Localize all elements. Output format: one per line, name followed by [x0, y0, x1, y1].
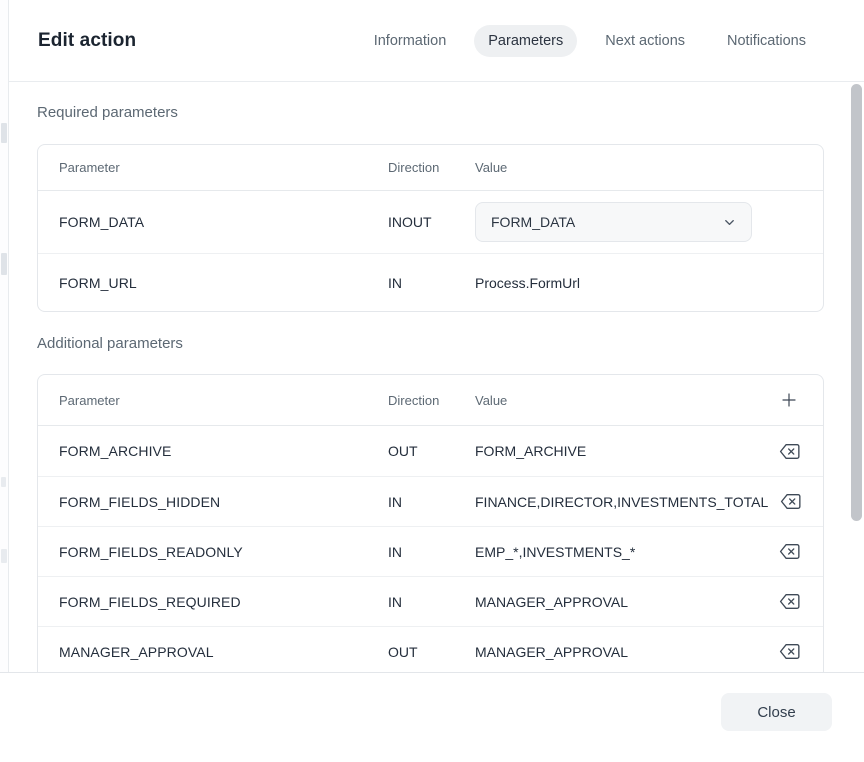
clear-parameter-button[interactable] [775, 588, 803, 616]
parameter-direction: IN [388, 494, 475, 510]
column-header-direction: Direction [388, 160, 475, 175]
parameter-direction: OUT [388, 443, 475, 459]
table-row: FORM_FIELDS_HIDDEN IN FINANCE,DIRECTOR,I… [38, 476, 823, 526]
modal-header: Edit action Information Parameters Next … [9, 0, 864, 82]
backspace-clear-icon [779, 593, 800, 610]
table-row: MANAGER_APPROVAL OUT MANAGER_APPROVAL [38, 626, 823, 672]
required-parameters-table: Parameter Direction Value FORM_DATA INOU… [37, 144, 824, 312]
column-header-parameter: Parameter [59, 160, 388, 175]
tab-parameters[interactable]: Parameters [474, 25, 577, 57]
tab-information[interactable]: Information [360, 25, 461, 57]
parameter-direction: IN [388, 594, 475, 610]
table-row: FORM_ARCHIVE OUT FORM_ARCHIVE [38, 426, 823, 476]
required-parameters-heading: Required parameters [37, 104, 178, 121]
parameter-name: FORM_DATA [59, 214, 388, 230]
parameter-value[interactable]: MANAGER_APPROVAL [475, 644, 767, 660]
background-fragment [1, 477, 6, 487]
parameter-direction: INOUT [388, 214, 475, 230]
table-header-row: Parameter Direction Value [38, 375, 823, 426]
parameter-name: MANAGER_APPROVAL [59, 644, 388, 660]
table-row: FORM_FIELDS_READONLY IN EMP_*,INVESTMENT… [38, 526, 823, 576]
parameter-name: FORM_FIELDS_READONLY [59, 544, 388, 560]
clear-parameter-button[interactable] [775, 538, 803, 566]
plus-icon [780, 391, 798, 409]
table-row: FORM_DATA INOUT FORM_DATA [38, 191, 823, 253]
tab-bar: Information Parameters Next actions Noti… [360, 25, 820, 57]
backspace-clear-icon [779, 543, 800, 560]
parameter-direction: IN [388, 544, 475, 560]
parameter-direction: OUT [388, 644, 475, 660]
parameter-value[interactable]: FINANCE,DIRECTOR,INVESTMENTS_TOTAL [475, 494, 768, 510]
tab-notifications[interactable]: Notifications [713, 25, 820, 57]
parameter-value[interactable]: Process.FormUrl [475, 275, 803, 291]
parameter-value[interactable]: FORM_ARCHIVE [475, 443, 767, 459]
clear-parameter-button[interactable] [775, 437, 803, 465]
column-header-value: Value [475, 160, 803, 175]
modal-footer: Close [0, 672, 864, 762]
parameter-name: FORM_FIELDS_HIDDEN [59, 494, 388, 510]
add-parameter-button[interactable] [775, 386, 803, 414]
clear-parameter-button[interactable] [775, 638, 803, 666]
modal-body: Required parameters Parameter Direction … [9, 83, 864, 672]
close-button[interactable]: Close [721, 693, 832, 731]
table-row: FORM_FIELDS_REQUIRED IN MANAGER_APPROVAL [38, 576, 823, 626]
background-page-sliver [0, 0, 9, 673]
background-fragment [1, 253, 7, 275]
additional-parameters-table: Parameter Direction Value FORM_ARCHIVE O… [37, 374, 824, 672]
backspace-clear-icon [779, 443, 800, 460]
parameter-direction: IN [388, 275, 475, 291]
parameter-value[interactable]: EMP_*,INVESTMENTS_* [475, 544, 767, 560]
tab-next-actions[interactable]: Next actions [591, 25, 699, 57]
chevron-down-icon [722, 215, 737, 230]
background-fragment [1, 549, 7, 563]
parameter-name: FORM_ARCHIVE [59, 443, 388, 459]
column-header-direction: Direction [388, 393, 475, 408]
parameter-value[interactable]: MANAGER_APPROVAL [475, 594, 767, 610]
table-row: FORM_URL IN Process.FormUrl [38, 253, 823, 311]
modal-title: Edit action [38, 30, 136, 52]
table-header-row: Parameter Direction Value [38, 145, 823, 191]
vertical-scrollbar-thumb[interactable] [851, 84, 862, 521]
background-fragment [1, 123, 7, 143]
value-dropdown-selected: FORM_DATA [491, 214, 575, 230]
parameter-name: FORM_URL [59, 275, 388, 291]
value-dropdown[interactable]: FORM_DATA [475, 202, 752, 242]
column-header-parameter: Parameter [59, 393, 388, 408]
parameter-name: FORM_FIELDS_REQUIRED [59, 594, 388, 610]
column-header-value: Value [475, 393, 767, 408]
clear-parameter-button[interactable] [776, 488, 804, 516]
additional-parameters-heading: Additional parameters [37, 335, 183, 352]
backspace-clear-icon [779, 643, 800, 660]
backspace-clear-icon [780, 493, 801, 510]
